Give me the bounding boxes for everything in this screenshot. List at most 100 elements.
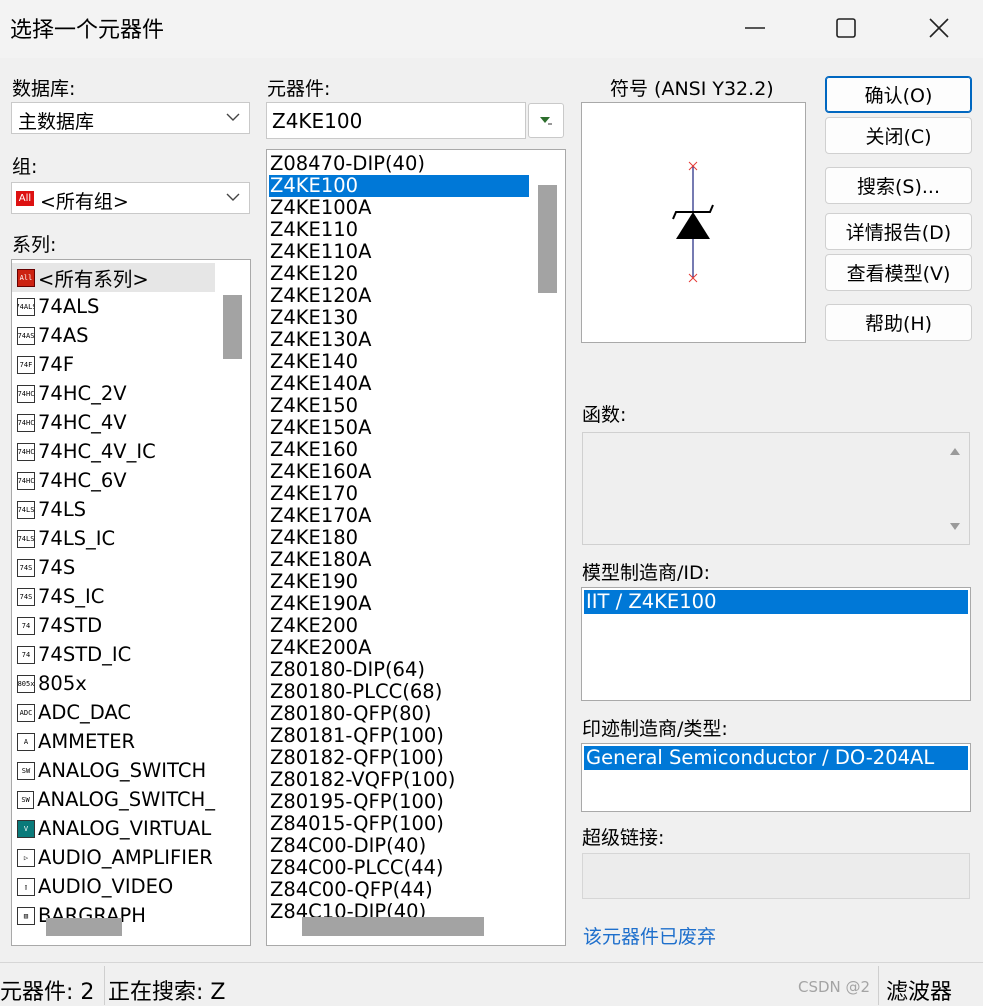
family-list-item[interactable]: ADC ADC_DAC [12,698,215,727]
family-scrollbar-thumb[interactable] [223,295,242,359]
footprint-list[interactable]: General Semiconductor / DO-204AL [581,743,971,812]
component-list-item[interactable]: Z4KE160 [270,439,358,461]
scroll-down-icon[interactable] [949,522,961,532]
family-icon: 805x [17,674,35,693]
minimize-icon [745,27,765,29]
family-list-item[interactable]: 74LS 74LS_IC [12,524,215,553]
family-list-item[interactable]: 74S 74S_IC [12,582,215,611]
family-list-item[interactable]: 74HC 74HC_6V [12,466,215,495]
close-window-button[interactable] [916,0,962,56]
family-list-item[interactable]: SW ANALOG_SWITCH_ [12,785,215,814]
family-list-item[interactable]: All <所有系列> [12,263,215,292]
component-hscroll-thumb[interactable] [302,917,484,936]
component-list-item[interactable]: Z84015-QFP(100) [270,813,444,835]
component-list-item[interactable]: Z4KE190A [270,593,371,615]
family-item-label: 74S [38,556,76,579]
component-list-item[interactable]: Z80180-PLCC(68) [270,681,442,703]
all-groups-icon: All [16,191,34,206]
component-list-item[interactable]: Z4KE110A [270,241,371,263]
footprint-label: 印迹制造商/类型: [582,718,728,740]
component-list-item[interactable]: Z4KE130A [270,329,371,351]
family-list[interactable]: All<所有系列>74ALS74ALS74AS74AS74F74F74HC74H… [11,259,251,946]
function-textarea[interactable] [582,432,970,545]
model-manufacturer-item[interactable]: IIT / Z4KE100 [584,590,968,614]
component-list-item[interactable]: Z80180-QFP(80) [270,703,432,725]
component-search-input[interactable] [266,102,526,139]
component-list-item[interactable]: Z4KE150A [270,417,371,439]
maximize-button[interactable] [823,0,869,56]
family-list-item[interactable]: 74AS 74AS [12,321,215,350]
family-icon: 74LS [17,529,35,548]
component-scrollbar-thumb[interactable] [538,185,557,293]
component-list-item[interactable]: Z4KE200 [270,615,358,637]
family-item-label: ANALOG_SWITCH [38,759,207,782]
family-list-item[interactable]: 74F 74F [12,350,215,379]
scroll-up-icon[interactable] [949,446,961,456]
family-list-item[interactable]: ▯ AUDIO_VIDEO [12,872,215,901]
component-list-item[interactable]: Z4KE130 [270,307,358,329]
component-list-item[interactable]: Z4KE190 [270,571,358,593]
family-list-item[interactable]: SW ANALOG_SWITCH [12,756,215,785]
component-list-item[interactable]: Z4KE170A [270,505,371,527]
component-list-item[interactable]: Z4KE120 [270,263,358,285]
family-list-item[interactable]: 74ALS74ALS [12,292,215,321]
component-list-item[interactable]: Z4KE150 [270,395,358,417]
close-button[interactable]: 关闭(C) [825,117,972,154]
component-list-item[interactable]: Z4KE170 [270,483,358,505]
component-list-item[interactable]: Z4KE110 [270,219,358,241]
family-list-item[interactable]: 74 74STD_IC [12,640,215,669]
component-list-item[interactable]: Z80180-DIP(64) [270,659,425,681]
view-model-button[interactable]: 查看模型(V) [825,254,972,291]
family-item-label: 74HC_6V [38,469,127,492]
family-list-item[interactable]: 805x 805x [12,669,215,698]
family-list-item[interactable]: V ANALOG_VIRTUAL [12,814,215,843]
family-icon: 74F [17,355,35,374]
family-hscroll-thumb[interactable] [46,918,122,936]
component-list-item[interactable]: Z4KE100A [270,197,371,219]
family-item-label: ANALOG_VIRTUAL [38,817,212,840]
component-list-item[interactable]: Z4KE200A [270,637,371,659]
component-list-item[interactable]: Z84C00-QFP(44) [270,879,433,901]
component-list-item[interactable]: Z4KE160A [270,461,371,483]
family-list-item[interactable]: 74HC 74HC_4V [12,408,215,437]
component-list-item[interactable]: Z84C00-PLCC(44) [270,857,444,879]
component-list-item[interactable]: Z4KE140A [270,373,371,395]
family-icon: All [17,268,35,287]
component-list-item[interactable]: Z84C00-DIP(40) [270,835,426,857]
database-select[interactable]: 主数据库 [11,102,250,134]
maximize-icon [836,18,856,38]
family-list-item[interactable]: 74LS 74LS [12,495,215,524]
function-label: 函数: [582,404,627,426]
family-list-item[interactable]: 74HC 74HC_4V_IC [12,437,215,466]
group-select[interactable]: All <所有组> [11,182,250,214]
component-list-item[interactable]: Z4KE100 [269,175,529,197]
minimize-button[interactable] [732,0,778,56]
component-list-item[interactable]: Z80182-VQFP(100) [270,769,455,791]
model-manufacturer-list[interactable]: IIT / Z4KE100 [581,587,971,701]
deprecated-link[interactable]: 该元器件已废弃 [583,922,716,949]
component-list-item[interactable]: Z4KE140 [270,351,358,373]
detail-report-button[interactable]: 详情报告(D) [825,213,972,250]
search-button[interactable]: 搜索(S)... [825,167,972,204]
filter-button[interactable] [528,103,564,138]
family-list-item[interactable]: ▷ AUDIO_AMPLIFIER [12,843,215,872]
family-list-item[interactable]: 74S 74S [12,553,215,582]
component-list-item[interactable]: Z80181-QFP(100) [270,725,444,747]
component-list-item[interactable]: Z08470-DIP(40) [270,153,425,175]
footprint-item[interactable]: General Semiconductor / DO-204AL [584,746,968,770]
chevron-down-icon [226,113,240,121]
family-list-item[interactable]: 74 74STD [12,611,215,640]
component-list-item[interactable]: Z80195-QFP(100) [270,791,444,813]
help-button[interactable]: 帮助(H) [825,304,972,341]
family-list-item[interactable]: 74HC 74HC_2V [12,379,215,408]
component-list-item[interactable]: Z4KE180 [270,527,358,549]
family-label: 系列: [12,234,57,256]
ok-button[interactable]: 确认(O) [825,76,972,113]
family-item-label: 805x [38,672,87,695]
family-list-item[interactable]: A AMMETER [12,727,215,756]
symbol-preview [581,102,806,343]
component-list-item[interactable]: Z80182-QFP(100) [270,747,444,769]
component-list-item[interactable]: Z4KE180A [270,549,371,571]
component-list[interactable]: Z08470-DIP(40) Z4KE100 Z4KE100A Z4KE110 Z4KE… [266,149,566,946]
component-list-item[interactable]: Z4KE120A [270,285,371,307]
